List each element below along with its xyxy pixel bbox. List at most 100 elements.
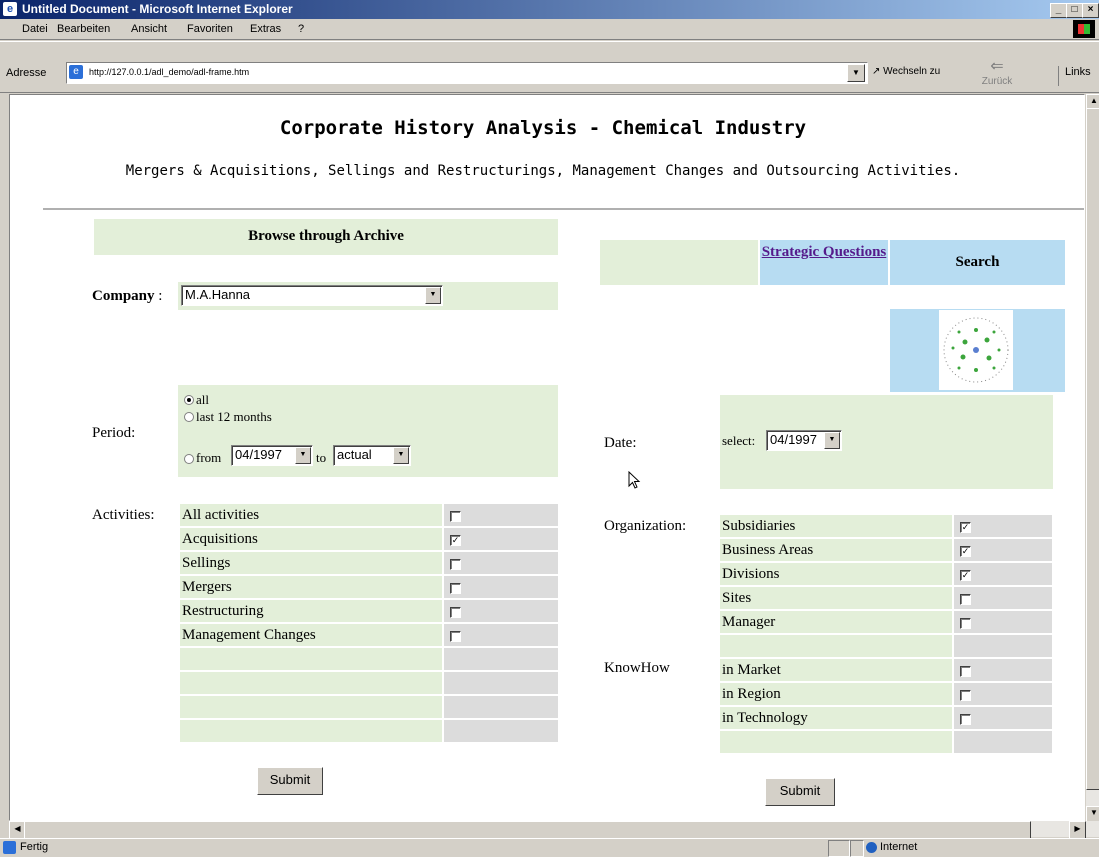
period-from-select[interactable]: 04/1997 ▼ — [231, 445, 313, 466]
menu-help[interactable]: ? — [298, 23, 304, 35]
knowhow-row-label: in Technology — [722, 710, 808, 726]
knowhow-row-checkbox[interactable] — [960, 666, 971, 677]
status-pane — [850, 840, 864, 857]
date-cell: select: 04/1997 ▼ — [720, 395, 1053, 489]
organization-label: Organization: — [604, 518, 687, 534]
activity-row-check-cell: ✓ — [444, 528, 558, 550]
knowhow-row-checkbox[interactable] — [960, 714, 971, 725]
close-button[interactable]: × — [1082, 3, 1099, 18]
chevron-down-icon[interactable]: ▼ — [393, 447, 409, 464]
page-subtitle: Mergers & Acquisitions, Sellings and Res… — [125, 163, 961, 179]
knowhow-empty-row-label-cell — [720, 731, 952, 753]
activity-row-label: Sellings — [182, 555, 231, 571]
network-logo-icon — [939, 310, 1013, 390]
search-tab-label: Search — [955, 254, 1000, 270]
activity-row-checkbox[interactable] — [450, 511, 461, 522]
period-to-select[interactable]: actual ▼ — [333, 445, 411, 466]
organization-row-checkbox[interactable]: ✓ — [960, 522, 971, 533]
activities-label: Activities: — [92, 507, 155, 523]
go-button[interactable]: ↗ Wechseln zu — [872, 66, 940, 77]
scroll-down-icon[interactable]: ▼ — [1086, 806, 1099, 822]
activity-row-checkbox[interactable] — [450, 607, 461, 618]
organization-row-checkbox[interactable]: ✓ — [960, 570, 971, 581]
divider — [43, 208, 1084, 210]
strategic-questions-link[interactable]: Strategic Questions — [760, 243, 888, 261]
organization-row-check-cell: ✓ — [954, 515, 1052, 537]
back-button[interactable]: ⇐ Zurück — [965, 56, 1029, 92]
activity-row-label: Management Changes — [182, 627, 316, 643]
period-last12-radio[interactable] — [184, 412, 194, 422]
menu-favoriten[interactable]: Favoriten — [187, 23, 233, 35]
vertical-scrollbar[interactable]: ▲ ▼ — [1085, 94, 1099, 822]
activity-row-label: Mergers — [182, 579, 232, 595]
horizontal-scrollbar[interactable]: ◀ ▶ — [9, 821, 1099, 839]
ie-page-icon: e — [3, 2, 17, 16]
period-all-label: all — [196, 392, 209, 407]
date-select-value: 04/1997 — [770, 432, 817, 447]
period-cell: all last 12 months from 04/1997 ▼ to act… — [178, 385, 558, 477]
period-all-radio[interactable] — [184, 395, 194, 405]
organization-row-label-cell: Business Areas — [720, 539, 952, 561]
activity-row-checkbox[interactable] — [450, 631, 461, 642]
title-bar: e Untitled Document - Microsoft Internet… — [0, 0, 1099, 19]
knowhow-row-checkbox[interactable] — [960, 690, 971, 701]
menu-datei[interactable]: Datei — [22, 23, 48, 35]
knowhow-empty-row-check-cell — [954, 731, 1052, 753]
minimize-button[interactable]: _ — [1050, 3, 1067, 18]
activity-row-label-cell: Management Changes — [180, 624, 442, 646]
tab-search[interactable]: Search — [890, 240, 1065, 285]
company-select[interactable]: M.A.Hanna ▼ — [181, 285, 443, 306]
activity-empty-row-label-cell — [180, 648, 442, 670]
activity-empty-row-check-cell — [444, 696, 558, 718]
knowhow-row-check-cell — [954, 683, 1052, 705]
menu-ansicht[interactable]: Ansicht — [131, 23, 167, 35]
period-from-radio[interactable] — [184, 454, 194, 464]
knowhow-label: KnowHow — [604, 660, 670, 676]
organization-row-label-cell: Sites — [720, 587, 952, 609]
address-label: Adresse — [6, 67, 47, 79]
menu-bearbeiten[interactable]: Bearbeiten — [57, 23, 110, 35]
vertical-scroll-thumb[interactable] — [1086, 108, 1099, 790]
address-dropdown-icon[interactable]: ▼ — [847, 64, 865, 82]
status-pane — [828, 840, 850, 857]
company-separator: : — [154, 288, 163, 304]
search-submit-button[interactable]: Submit — [765, 778, 835, 806]
organization-row-check-cell — [954, 611, 1052, 633]
organization-row-label-cell: Subsidiaries — [720, 515, 952, 537]
window-title: Untitled Document - Microsoft Internet E… — [22, 2, 293, 16]
ie-page-icon — [3, 841, 16, 854]
company-value: M.A.Hanna — [185, 287, 251, 302]
back-arrow-icon: ⇐ — [990, 58, 1004, 75]
chevron-down-icon[interactable]: ▼ — [824, 432, 840, 449]
organization-row-label: Sites — [722, 590, 752, 606]
scroll-right-icon[interactable]: ▶ — [1069, 821, 1086, 839]
activity-row-checkbox[interactable] — [450, 583, 461, 594]
organization-row-check-cell: ✓ — [954, 539, 1052, 561]
organization-row-label: Business Areas — [722, 542, 814, 558]
menu-extras[interactable]: Extras — [250, 23, 281, 35]
activity-row-checkbox[interactable]: ✓ — [450, 535, 461, 546]
address-input[interactable]: e http://127.0.0.1/adl_demo/adl-frame.ht… — [66, 62, 868, 84]
browse-submit-button[interactable]: Submit — [257, 767, 323, 795]
browse-header: Browse through Archive — [94, 219, 558, 255]
knowhow-row-label-cell: in Region — [720, 683, 952, 705]
horizontal-scroll-thumb[interactable] — [24, 821, 1031, 839]
tab-strategic-questions[interactable]: Strategic Questions — [760, 240, 888, 285]
organization-row-checkbox[interactable]: ✓ — [960, 546, 971, 557]
back-label: Zurück — [981, 76, 1013, 87]
organization-row-checkbox[interactable] — [960, 594, 971, 605]
organization-row-label: Manager — [722, 614, 776, 630]
date-label: Date: — [604, 435, 637, 451]
security-zone: Internet — [880, 841, 918, 853]
organization-row-checkbox[interactable] — [960, 618, 971, 629]
activity-row-checkbox[interactable] — [450, 559, 461, 570]
links-button[interactable]: Links — [1058, 66, 1091, 86]
address-url[interactable]: http://127.0.0.1/adl_demo/adl-frame.htm — [89, 67, 249, 77]
activity-row-label: Acquisitions — [182, 531, 258, 547]
period-from-label: from — [196, 450, 222, 465]
date-select[interactable]: 04/1997 ▼ — [766, 430, 842, 451]
maximize-button[interactable]: □ — [1066, 3, 1083, 18]
chevron-down-icon[interactable]: ▼ — [425, 287, 441, 304]
activity-row-check-cell — [444, 600, 558, 622]
chevron-down-icon[interactable]: ▼ — [295, 447, 311, 464]
